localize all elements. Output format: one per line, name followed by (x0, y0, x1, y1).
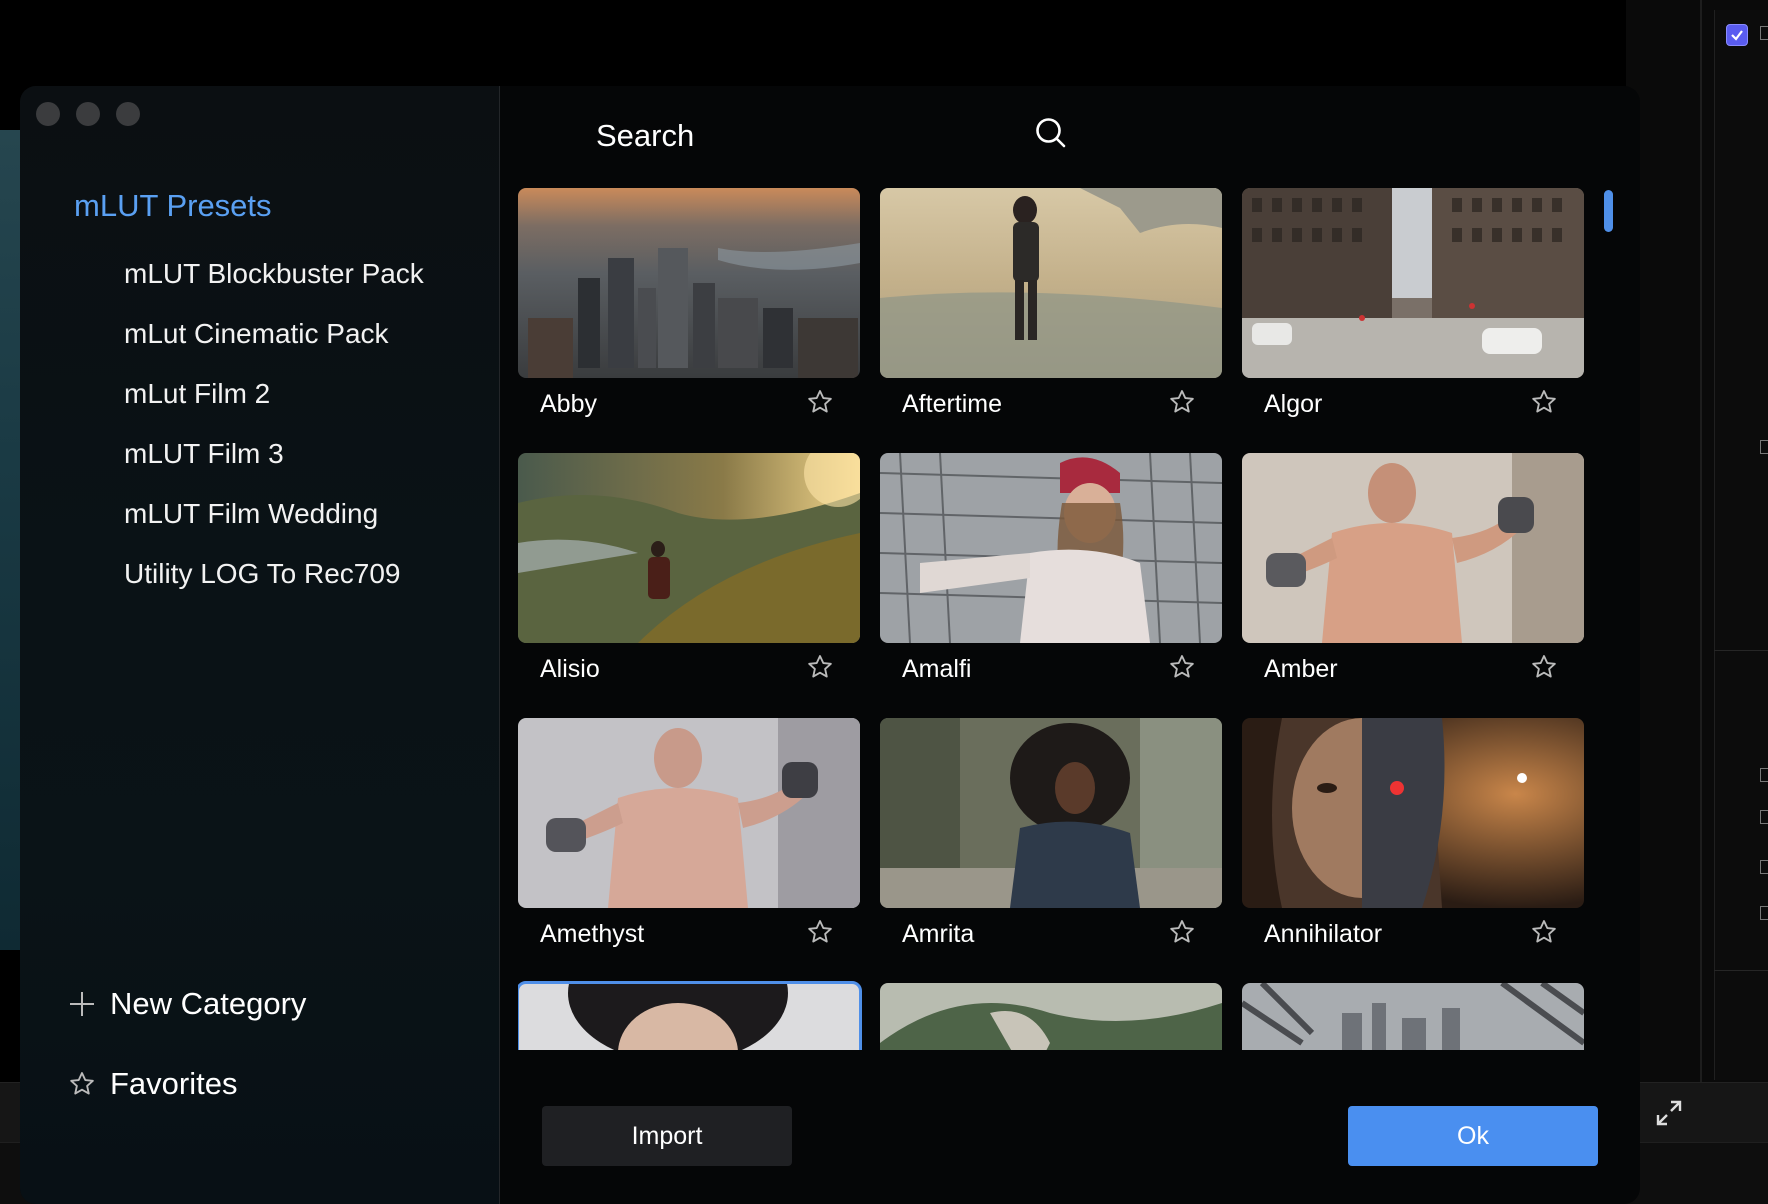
lut-browser-dialog: mLUT Presets mLUT Blockbuster Pack mLut … (20, 86, 1640, 1204)
preset-thumbnail[interactable] (1242, 188, 1584, 378)
background-editor-preview (0, 130, 22, 950)
star-icon[interactable] (1530, 653, 1558, 681)
sidebar-item-log-to-rec709[interactable]: Utility LOG To Rec709 (124, 554, 424, 614)
star-icon[interactable] (1530, 388, 1558, 416)
preset-name: Amrita (902, 920, 975, 948)
preset-tile-amalfi[interactable]: Amalfi (880, 453, 1222, 703)
star-icon (70, 1072, 94, 1095)
screen: mLUT Presets mLUT Blockbuster Pack mLut … (0, 0, 1768, 1204)
preset-tile-alisio[interactable]: Alisio (518, 453, 860, 703)
beach-walker-thumbnail (880, 188, 1222, 378)
preset-name: Algor (1264, 390, 1323, 418)
ok-button[interactable]: Ok (1348, 1106, 1598, 1166)
preset-tile-annihilator[interactable]: Annihilator (1242, 718, 1584, 968)
favorites-button[interactable]: Favorites (68, 1066, 237, 1102)
preset-name: Amethyst (540, 920, 645, 948)
preset-tile-amethyst[interactable]: Amethyst (518, 718, 860, 968)
preset-name: Abby (540, 390, 597, 418)
woman-beanie-thumbnail (880, 453, 1222, 643)
preset-tile-amrita[interactable]: Amrita (880, 718, 1222, 968)
sidebar: mLUT Presets mLUT Blockbuster Pack mLut … (20, 86, 500, 1204)
preset-thumbnail[interactable] (518, 718, 860, 908)
plus-icon (68, 990, 96, 1018)
preset-tile-algor[interactable]: Algor (1242, 188, 1584, 438)
background-divider (1714, 970, 1768, 971)
sidebar-item-blockbuster-pack[interactable]: mLUT Blockbuster Pack (124, 254, 424, 314)
mountain-sunset-thumbnail (518, 453, 860, 643)
minimize-window-button[interactable] (76, 102, 100, 126)
background-divider (1714, 650, 1768, 651)
favorites-label: Favorites (110, 1066, 238, 1101)
preset-name: Alisio (540, 655, 600, 683)
sidebar-item-film-3[interactable]: mLUT Film 3 (124, 434, 424, 494)
check-icon (1731, 30, 1743, 41)
background-glyph (1760, 860, 1768, 874)
star-icon[interactable] (806, 653, 834, 681)
background-divider (1700, 0, 1702, 1090)
boxer-thumbnail (1242, 453, 1584, 643)
preset-thumbnail[interactable] (518, 453, 860, 643)
preset-thumbnail-selected[interactable] (518, 981, 862, 1050)
star-icon[interactable] (1168, 388, 1196, 416)
background-glyph (1760, 26, 1768, 40)
zoom-window-button[interactable] (116, 102, 140, 126)
preset-thumbnail[interactable] (880, 718, 1222, 908)
portrait-bangs-thumbnail (518, 983, 860, 1050)
background-glyph (1760, 906, 1768, 920)
preset-name: Amalfi (902, 655, 972, 683)
new-category-button[interactable]: New Category (68, 986, 306, 1022)
preset-thumbnail[interactable] (880, 453, 1222, 643)
import-button[interactable]: Import (542, 1106, 792, 1166)
boxer-thumbnail (518, 718, 860, 908)
preset-name: Amber (1264, 655, 1338, 683)
preset-tile-amber[interactable]: Amber (1242, 453, 1584, 703)
sidebar-item-film-wedding[interactable]: mLUT Film Wedding (124, 494, 424, 554)
city-street-thumbnail (1242, 188, 1584, 378)
sidebar-item-cinematic-pack[interactable]: mLut Cinematic Pack (124, 314, 424, 374)
preset-pack-list: mLUT Blockbuster Pack mLut Cinematic Pac… (124, 254, 424, 614)
bridge-city-thumbnail (1242, 983, 1584, 1050)
preset-name: Aftertime (902, 390, 1003, 418)
search-title: Search (596, 118, 695, 153)
cyborg-face-thumbnail (1242, 718, 1584, 908)
star-icon[interactable] (1168, 918, 1196, 946)
preset-thumbnail[interactable] (1242, 718, 1584, 908)
preset-tile[interactable] (518, 981, 862, 1050)
grid-scrollbar[interactable] (1604, 190, 1613, 232)
preset-tile-abby[interactable]: Abby (518, 188, 860, 438)
preset-thumbnail[interactable] (1242, 983, 1584, 1050)
aerial-city-thumbnail (518, 188, 860, 378)
window-controls (36, 102, 140, 126)
preset-thumbnail[interactable] (518, 188, 860, 378)
woman-curly-thumbnail (880, 718, 1222, 908)
search-icon[interactable] (1034, 116, 1068, 150)
preset-thumbnail[interactable] (1242, 453, 1584, 643)
expand-icon[interactable] (1654, 1098, 1684, 1128)
sidebar-item-film-2[interactable]: mLut Film 2 (124, 374, 424, 434)
star-icon[interactable] (1530, 918, 1558, 946)
background-glyph (1760, 768, 1768, 782)
star-icon[interactable] (1168, 653, 1196, 681)
preset-thumbnail[interactable] (880, 188, 1222, 378)
preset-name: Annihilator (1264, 920, 1383, 948)
close-window-button[interactable] (36, 102, 60, 126)
star-icon[interactable] (806, 388, 834, 416)
green-cliffs-thumbnail (880, 983, 1222, 1050)
preset-tile[interactable] (880, 983, 1222, 1050)
sidebar-heading[interactable]: mLUT Presets (74, 188, 272, 224)
background-glyph (1760, 810, 1768, 824)
preset-tile-aftertime[interactable]: Aftertime (880, 188, 1222, 438)
preset-grid: Abby Aftertime Algor Alisio Amalfi Amber… (518, 188, 1598, 1050)
preset-tile[interactable] (1242, 983, 1584, 1050)
background-checkbox[interactable] (1726, 24, 1748, 46)
new-category-label: New Category (110, 986, 307, 1021)
preset-thumbnail[interactable] (880, 983, 1222, 1050)
star-icon[interactable] (806, 918, 834, 946)
background-glyph (1760, 440, 1768, 454)
